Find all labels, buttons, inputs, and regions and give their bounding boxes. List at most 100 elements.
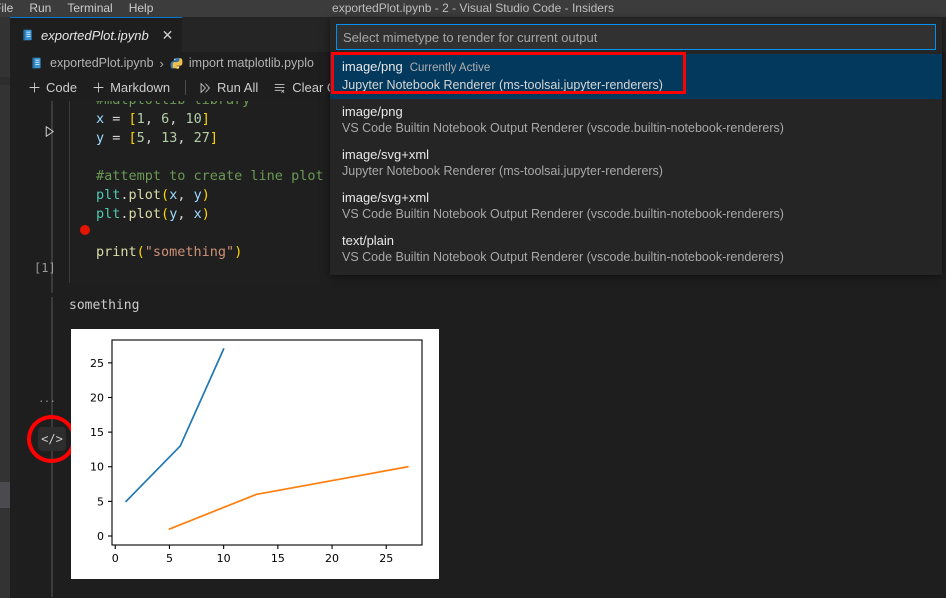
y-axis-tick-label: 5 bbox=[97, 495, 104, 508]
x-axis-tick-label: 10 bbox=[217, 552, 231, 565]
mimetype-label: image/svg+xml bbox=[342, 190, 429, 205]
code-token: print bbox=[96, 244, 137, 260]
x-axis-tick-label: 25 bbox=[379, 552, 393, 565]
x-axis-tick-label: 0 bbox=[112, 552, 119, 565]
activity-bar-segment bbox=[0, 77, 10, 85]
quickpick-item-mimetype: image/png bbox=[342, 103, 930, 120]
matplotlib-figure-output[interactable]: 05101520250510152025 bbox=[71, 329, 439, 579]
menu-item-help[interactable]: Help bbox=[121, 0, 162, 17]
run-all-button[interactable]: Run All bbox=[198, 80, 258, 95]
code-token: ( bbox=[137, 244, 145, 260]
code-line: plt.plot(y, x) bbox=[96, 205, 348, 224]
code-token: , bbox=[145, 130, 161, 146]
mimetype-label: text/plain bbox=[342, 233, 394, 248]
code-token: "something" bbox=[145, 244, 234, 260]
stdout-output-text: something bbox=[69, 297, 139, 315]
change-presentation-icon[interactable]: </> bbox=[38, 427, 66, 451]
activity-bar[interactable] bbox=[0, 17, 10, 598]
quickpick-list[interactable]: image/pngCurrently ActiveJupyter Noteboo… bbox=[330, 54, 942, 275]
code-line bbox=[96, 148, 348, 167]
code-token: ( bbox=[161, 187, 169, 203]
close-icon[interactable]: ✕ bbox=[159, 28, 176, 42]
code-token: plt bbox=[96, 206, 120, 222]
breadcrumb-file[interactable]: exportedPlot.ipynb bbox=[30, 56, 154, 70]
menu-item-terminal[interactable]: Terminal bbox=[59, 0, 120, 17]
code-token: [ bbox=[129, 130, 137, 146]
quickpick-item[interactable]: text/plainVS Code Builtin Notebook Outpu… bbox=[330, 228, 942, 271]
y-axis-tick-label: 20 bbox=[90, 391, 104, 404]
quickpick-item[interactable]: image/pngVS Code Builtin Notebook Output… bbox=[330, 99, 942, 142]
plus-icon bbox=[92, 81, 105, 94]
code-token: 27 bbox=[194, 130, 210, 146]
code-token: [ bbox=[129, 111, 137, 127]
currently-active-badge: Currently Active bbox=[410, 62, 491, 74]
code-token: . bbox=[120, 187, 128, 203]
add-markdown-cell-button[interactable]: Markdown bbox=[92, 80, 170, 95]
code-token: , bbox=[177, 187, 193, 203]
y-axis-tick-label: 25 bbox=[90, 357, 104, 370]
output-more-actions-icon[interactable]: ··· bbox=[39, 395, 56, 405]
code-token: plot bbox=[129, 206, 162, 222]
quickpick-item-renderer: VS Code Builtin Notebook Output Renderer… bbox=[342, 206, 930, 223]
menu-item-file[interactable]: File bbox=[0, 0, 21, 17]
code-token: 10 bbox=[185, 111, 201, 127]
menu-item-run[interactable]: Run bbox=[21, 0, 59, 17]
editor-scrollbar-thumb[interactable] bbox=[0, 482, 10, 508]
y-axis-tick-label: 15 bbox=[90, 426, 104, 439]
quickpick-item-mimetype: text/plain bbox=[342, 232, 930, 249]
x-axis-tick-label: 20 bbox=[325, 552, 339, 565]
code-line: y = [5, 13, 27] bbox=[96, 129, 348, 148]
x-axis-tick-label: 5 bbox=[166, 552, 173, 565]
code-line: #attempt to create line plot of bbox=[96, 167, 348, 186]
mimetype-quickpick[interactable]: image/pngCurrently ActiveJupyter Noteboo… bbox=[330, 18, 942, 275]
run-cell-button[interactable] bbox=[38, 120, 60, 142]
code-line: print("something") bbox=[96, 243, 348, 262]
code-token: x bbox=[96, 111, 104, 127]
code-token: 5 bbox=[137, 130, 145, 146]
tab-label: exportedPlot.ipynb bbox=[41, 28, 159, 43]
plus-icon bbox=[28, 81, 41, 94]
run-all-label: Run All bbox=[217, 80, 258, 95]
add-code-cell-label: Code bbox=[46, 80, 77, 95]
code-token: . bbox=[120, 206, 128, 222]
code-line: #matplotlib library bbox=[96, 101, 348, 110]
code-token: plt bbox=[96, 187, 120, 203]
code-token: ) bbox=[202, 206, 210, 222]
toolbar-divider bbox=[185, 80, 186, 95]
y-axis-tick-label: 10 bbox=[90, 461, 104, 474]
code-token: , bbox=[177, 206, 193, 222]
quickpick-item-mimetype: image/svg+xml bbox=[342, 146, 930, 163]
title-bar: File Run Terminal Help exportedPlot.ipyn… bbox=[0, 0, 946, 17]
menu-bar[interactable]: File Run Terminal Help bbox=[0, 0, 161, 17]
code-token: y bbox=[194, 187, 202, 203]
python-icon bbox=[170, 57, 183, 70]
quickpick-item[interactable]: image/pngCurrently ActiveJupyter Noteboo… bbox=[330, 54, 942, 99]
add-code-cell-button[interactable]: Code bbox=[28, 80, 77, 95]
quickpick-search-input[interactable] bbox=[336, 24, 936, 50]
breadcrumb-symbol-label: import matplotlib.pyplo bbox=[189, 56, 314, 70]
breadcrumb-file-label: exportedPlot.ipynb bbox=[50, 56, 154, 70]
notebook-icon bbox=[21, 28, 34, 42]
quickpick-item[interactable]: image/svg+xmlVS Code Builtin Notebook Ou… bbox=[330, 185, 942, 228]
execution-count: [1] bbox=[34, 261, 56, 275]
code-token: 13 bbox=[161, 130, 177, 146]
quickpick-input-wrapper bbox=[330, 18, 942, 54]
tab-exportedplot-ipynb[interactable]: exportedPlot.ipynb ✕ bbox=[10, 17, 182, 52]
quickpick-item-renderer: Jupyter Notebook Renderer (ms-toolsai.ju… bbox=[342, 163, 930, 180]
code-token: , bbox=[169, 111, 185, 127]
breakpoint-icon[interactable] bbox=[80, 225, 90, 235]
breadcrumb-symbol[interactable]: import matplotlib.pyplo bbox=[170, 56, 314, 70]
line-chart: 05101520250510152025 bbox=[71, 329, 439, 579]
clear-outputs-icon bbox=[273, 81, 287, 95]
code-token: = bbox=[104, 130, 128, 146]
quickpick-item[interactable]: image/svg+xmlJupyter Notebook Renderer (… bbox=[330, 142, 942, 185]
code-token: ) bbox=[202, 187, 210, 203]
quickpick-item-mimetype: image/svg+xml bbox=[342, 189, 930, 206]
code-token: = bbox=[104, 111, 128, 127]
clear-outputs-button[interactable]: Clear O bbox=[273, 80, 337, 95]
cell-output-area: ··· </> something 05101520250510152025 bbox=[22, 297, 946, 597]
mimetype-label: image/png bbox=[342, 104, 403, 119]
notebook-icon bbox=[30, 56, 43, 70]
code-token: y bbox=[96, 130, 104, 146]
quickpick-item-mimetype: image/pngCurrently Active bbox=[342, 58, 930, 77]
